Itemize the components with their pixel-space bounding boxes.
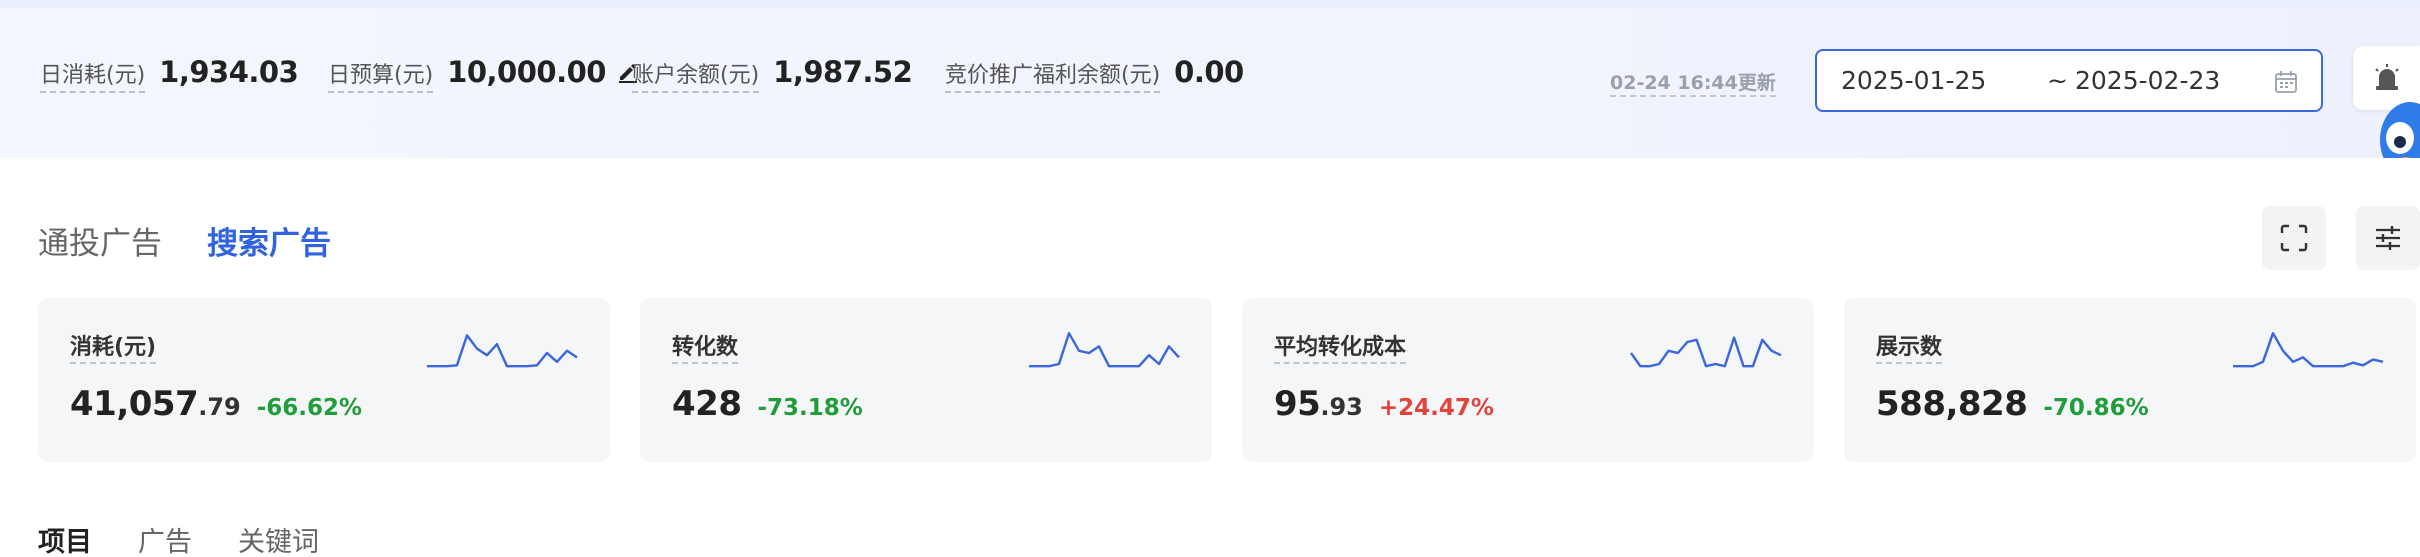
account-balance-metric: 账户余额(元) 1,987.52 <box>632 55 913 93</box>
card-value: 428 -73.18% <box>672 384 863 424</box>
alarm-icon <box>2375 64 2399 90</box>
fullscreen-button[interactable] <box>2262 206 2326 270</box>
card-title: 消耗(元) <box>70 334 157 364</box>
daily-spend-metric: 日消耗(元) 1,934.03 <box>40 55 299 93</box>
settings-button[interactable] <box>2356 206 2420 270</box>
date-range-separator: ~ <box>2047 66 2068 95</box>
tab-projects[interactable]: 项目 <box>38 520 92 557</box>
date-range-end[interactable]: 2025-02-23 <box>2075 66 2220 95</box>
tab-keywords[interactable]: 关键词 <box>238 520 319 557</box>
date-range-picker[interactable]: 2025-01-25 ~ 2025-02-23 <box>1815 49 2323 112</box>
card-change-percent: -73.18% <box>757 395 863 421</box>
sparkline-chart <box>1029 331 1180 368</box>
card-value: 41,057 .79 -66.62% <box>70 384 362 424</box>
card-title: 转化数 <box>672 334 739 364</box>
daily-budget-metric: 日预算(元) 10,000.00 <box>328 55 640 93</box>
account-balance-value: 1,987.52 <box>773 55 913 89</box>
sparkline-chart <box>1630 336 1782 368</box>
card-value-integer: 588,828 <box>1876 384 2028 424</box>
sparkline-series <box>427 334 578 368</box>
sparkline-chart <box>427 334 578 368</box>
bid-welfare-balance-metric: 竞价推广福利余额(元) 0.00 <box>945 55 1244 93</box>
metric-card-avg-cost[interactable]: 平均转化成本 95 .93 +24.47% <box>1242 298 1814 462</box>
sparkline-series <box>1630 336 1782 368</box>
tab-search-ads[interactable]: 搜索广告 <box>207 218 331 263</box>
bid-welfare-balance-label[interactable]: 竞价推广福利余额(元) <box>945 62 1161 93</box>
main-panel: 通投广告 搜索广告 消耗(元) 41,057 .79 -66.62% 转化数 4… <box>0 158 2420 557</box>
tab-general-ads[interactable]: 通投广告 <box>38 218 162 263</box>
card-value-integer: 95 <box>1274 384 1321 424</box>
tab-ads[interactable]: 广告 <box>138 520 192 557</box>
card-change-percent: +24.47% <box>1378 395 1494 421</box>
level-tabs: 项目 广告 关键词 <box>38 520 319 557</box>
last-updated-text[interactable]: 02-24 16:44更新 <box>1610 68 1776 97</box>
metric-card-conversions[interactable]: 转化数 428 -73.18% <box>640 298 1212 462</box>
fullscreen-icon <box>2280 224 2308 252</box>
daily-spend-value: 1,934.03 <box>159 55 299 89</box>
card-value: 588,828 -70.86% <box>1876 384 2149 424</box>
daily-budget-value: 10,000.00 <box>447 55 606 89</box>
account-balance-label[interactable]: 账户余额(元) <box>632 62 760 93</box>
card-value-integer: 41,057 <box>70 384 199 424</box>
card-change-percent: -70.86% <box>2043 395 2149 421</box>
card-value-decimal: .93 <box>1320 393 1363 421</box>
daily-budget-label[interactable]: 日预算(元) <box>328 62 434 93</box>
card-value: 95 .93 +24.47% <box>1274 384 1494 424</box>
card-value-decimal: .79 <box>198 393 241 421</box>
metric-card-impressions[interactable]: 展示数 588,828 -70.86% <box>1844 298 2416 462</box>
card-value-integer: 428 <box>672 384 742 424</box>
settings-sliders-icon <box>2376 226 2400 250</box>
daily-spend-label[interactable]: 日消耗(元) <box>40 62 146 93</box>
sparkline-series <box>2233 331 2384 368</box>
sparkline-series <box>1029 331 1180 368</box>
bid-welfare-balance-value: 0.00 <box>1174 55 1244 89</box>
date-range-start[interactable]: 2025-01-25 <box>1841 66 1986 95</box>
sparkline-chart <box>2233 331 2384 368</box>
card-change-percent: -66.62% <box>256 395 363 421</box>
calendar-icon <box>2275 71 2297 93</box>
card-title: 展示数 <box>1876 334 1943 364</box>
account-summary-bar: 日消耗(元) 1,934.03 日预算(元) 10,000.00 账户余额(元)… <box>0 0 2420 178</box>
card-title: 平均转化成本 <box>1274 334 1407 364</box>
metric-card-spend[interactable]: 消耗(元) 41,057 .79 -66.62% <box>38 298 610 462</box>
ad-type-tabs: 通投广告 搜索广告 <box>38 218 331 263</box>
